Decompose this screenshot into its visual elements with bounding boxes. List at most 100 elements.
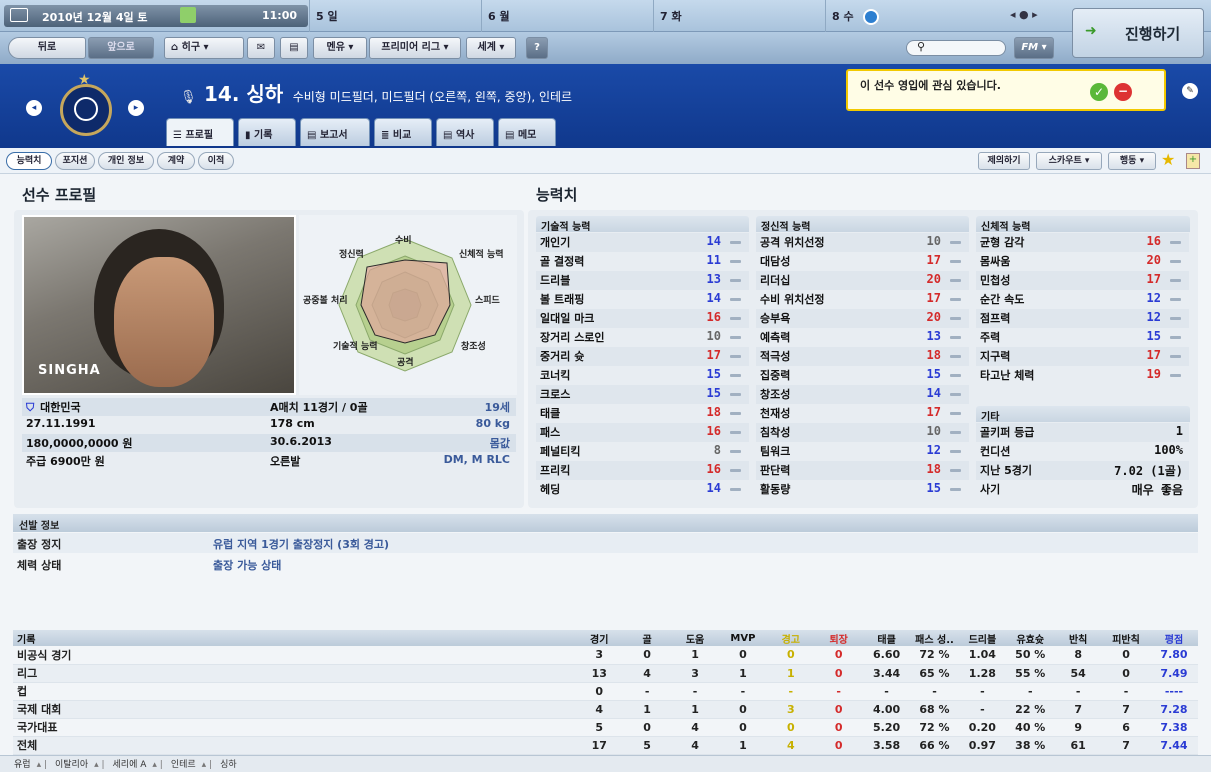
- reject-icon[interactable]: −: [1114, 83, 1132, 101]
- tab-notes[interactable]: ▤ 메모: [498, 118, 556, 146]
- stats-column-header[interactable]: 평점: [1149, 630, 1198, 646]
- stats-cell: 3.44: [862, 664, 911, 683]
- stats-cell: -: [766, 682, 815, 701]
- accept-icon[interactable]: ✓: [1090, 83, 1108, 101]
- attribute-name: 코너킥: [540, 369, 571, 382]
- stats-cell: 1: [718, 664, 767, 683]
- mental-header: 정신적 능력: [756, 216, 969, 233]
- make-offer-button[interactable]: 제의하기: [978, 152, 1030, 170]
- stats-column-header[interactable]: 태클: [862, 630, 911, 646]
- attribute-value: 16: [706, 462, 721, 476]
- attribute-row: 골 결정력 11: [536, 252, 749, 271]
- table-row[interactable]: 비공식 경기 3 0 1 0 0 0 6.60 72 % 1.04 50 % 8 0 7.80: [13, 646, 1198, 665]
- calendar-day[interactable]: 8 수: [825, 0, 997, 32]
- attribute-trend-icon: [1170, 374, 1181, 377]
- breadcrumb-item[interactable]: 싱하: [220, 760, 237, 770]
- breadcrumb-item[interactable]: 인테르: [171, 760, 196, 770]
- attribute-row: 판단력 18: [756, 461, 969, 480]
- breadcrumb-item[interactable]: 유럽: [14, 760, 31, 770]
- table-row[interactable]: 국제 대회 4 1 1 0 3 0 4.00 68 % -22 % 7 7 7.28: [13, 700, 1198, 719]
- calendar-day[interactable]: 6 월: [481, 0, 653, 32]
- alerts-button[interactable]: ▤: [280, 37, 308, 59]
- subtab-personal[interactable]: 개인 정보: [98, 152, 154, 170]
- stats-column-header[interactable]: 경고: [766, 630, 815, 646]
- stats-column-header[interactable]: 퇴장: [814, 630, 863, 646]
- tab-profile[interactable]: ☰ 프로필: [166, 118, 234, 146]
- subtab-contract[interactable]: 계약: [157, 152, 195, 170]
- attribute-trend-icon: [950, 317, 961, 320]
- attribute-value: 18: [926, 348, 941, 362]
- prev-player-button[interactable]: ◂: [26, 100, 42, 116]
- info-row-nation: ⛉ 대한민국 A매치 11경기 / 0골 19세: [22, 398, 516, 416]
- team-menu-button[interactable]: 멘유 ▾: [313, 37, 367, 59]
- attribute-value: 15: [706, 367, 721, 381]
- forward-button[interactable]: 앞으로: [88, 37, 154, 59]
- breadcrumb-item[interactable]: 세리에 A: [113, 760, 147, 770]
- attribute-row: 순간 속도 12: [976, 290, 1189, 309]
- subtab-attributes[interactable]: 능력치: [6, 152, 52, 170]
- search-input[interactable]: ⚲: [906, 40, 1006, 56]
- attribute-value: 매우 좋음: [1131, 483, 1183, 497]
- positions-short: DM, M RLC: [443, 453, 510, 466]
- scout-menu-button[interactable]: 스카우트 ▾: [1036, 152, 1102, 170]
- attribute-name: 패스: [540, 426, 561, 439]
- stats-column-header[interactable]: 피반칙: [1102, 630, 1150, 646]
- home-button[interactable]: ⌂ 히구 ▾: [164, 37, 244, 59]
- table-row[interactable]: 컵 0- - - - - - - - - - - ----: [13, 682, 1198, 701]
- help-button[interactable]: ?: [526, 37, 548, 59]
- league-menu-label: 프리미어 리그: [381, 42, 441, 53]
- breadcrumb-item[interactable]: 이탈리아: [55, 760, 88, 770]
- attributes-heading: 능력치: [536, 186, 578, 204]
- stats-column-header[interactable]: 기록: [13, 630, 576, 646]
- subtab-transfer[interactable]: 이적: [198, 152, 234, 170]
- stats-column-header[interactable]: MVP: [718, 630, 767, 646]
- add-note-icon[interactable]: +: [1186, 153, 1200, 169]
- league-menu-button[interactable]: 프리미어 리그 ▾: [369, 37, 461, 59]
- tab-history[interactable]: ▤ 역사: [436, 118, 494, 146]
- attribute-row: 코너킥 15: [536, 366, 749, 385]
- attribute-trend-icon: [950, 336, 961, 339]
- world-menu-button[interactable]: 세계 ▾: [466, 37, 516, 59]
- attribute-name: 헤딩: [540, 483, 561, 496]
- attribute-name: 창조성: [760, 388, 791, 401]
- back-button[interactable]: 뒤로: [8, 37, 86, 59]
- attribute-row: 집중력 15: [756, 366, 969, 385]
- selection-value: 유럽 지역 1경기 출장정지 (3회 경고): [213, 538, 390, 551]
- stats-column-header[interactable]: 패스 성..: [910, 630, 959, 646]
- tab-stats[interactable]: ▮ 기록: [238, 118, 296, 146]
- subtab-positions[interactable]: 포지션: [55, 152, 95, 170]
- stats-cell: 55 %: [1006, 664, 1055, 683]
- wrench-icon[interactable]: ✎: [1182, 83, 1198, 99]
- tab-reports[interactable]: ▤ 보고서: [300, 118, 370, 146]
- tab-compare[interactable]: ≣ 비교: [374, 118, 432, 146]
- table-row[interactable]: 전체 17 5 4 1 4 0 3.58 66 % 0.97 38 % 61 7 7.44: [13, 736, 1198, 755]
- tab-reports-label: 보고서: [319, 130, 348, 141]
- calendar-day[interactable]: 7 화: [653, 0, 825, 32]
- calendar-date-box[interactable]: 2010년 12월 4일 토 11:00: [4, 5, 308, 27]
- inbox-button[interactable]: ✉: [247, 37, 275, 59]
- stats-column-header[interactable]: 드리블: [958, 630, 1007, 646]
- stats-column-header[interactable]: 경기: [575, 630, 624, 646]
- table-row[interactable]: 리그 13 4 3 1 1 0 3.44 65 % 1.28 55 % 54 0 7.49: [13, 664, 1198, 683]
- attribute-row: 중거리 슛 17: [536, 347, 749, 366]
- stats-column-header[interactable]: 도움: [671, 630, 719, 646]
- stats-cell: 22 %: [1006, 700, 1055, 719]
- stats-column-header[interactable]: 유효슛: [1006, 630, 1055, 646]
- attribute-value: 100%: [1154, 443, 1183, 457]
- next-player-button[interactable]: ▸: [128, 100, 144, 116]
- fm-menu-button[interactable]: FM ▾: [1014, 37, 1054, 59]
- notes-tab-icon: ▤: [505, 130, 515, 141]
- shortlist-star-icon[interactable]: ★: [1161, 150, 1175, 169]
- attribute-value: 15: [1146, 329, 1161, 343]
- stats-column-header[interactable]: 반칙: [1054, 630, 1103, 646]
- calendar-nav[interactable]: ◂ ● ▸: [1010, 8, 1038, 21]
- action-menu-button[interactable]: 행동 ▾: [1108, 152, 1156, 170]
- table-row[interactable]: 국가대표 5 0 4 0 0 0 5.20 72 % 0.20 40 % 9 6 7.38: [13, 718, 1198, 737]
- stats-column-header[interactable]: 골: [623, 630, 672, 646]
- proceed-button[interactable]: ➜ 진행하기: [1072, 8, 1204, 58]
- attribute-value: 20: [926, 272, 941, 286]
- attribute-trend-icon: [950, 450, 961, 453]
- calendar-day[interactable]: 5 일: [309, 0, 481, 32]
- attribute-name: 프리킥: [540, 464, 571, 477]
- stats-cell: 4: [766, 736, 815, 755]
